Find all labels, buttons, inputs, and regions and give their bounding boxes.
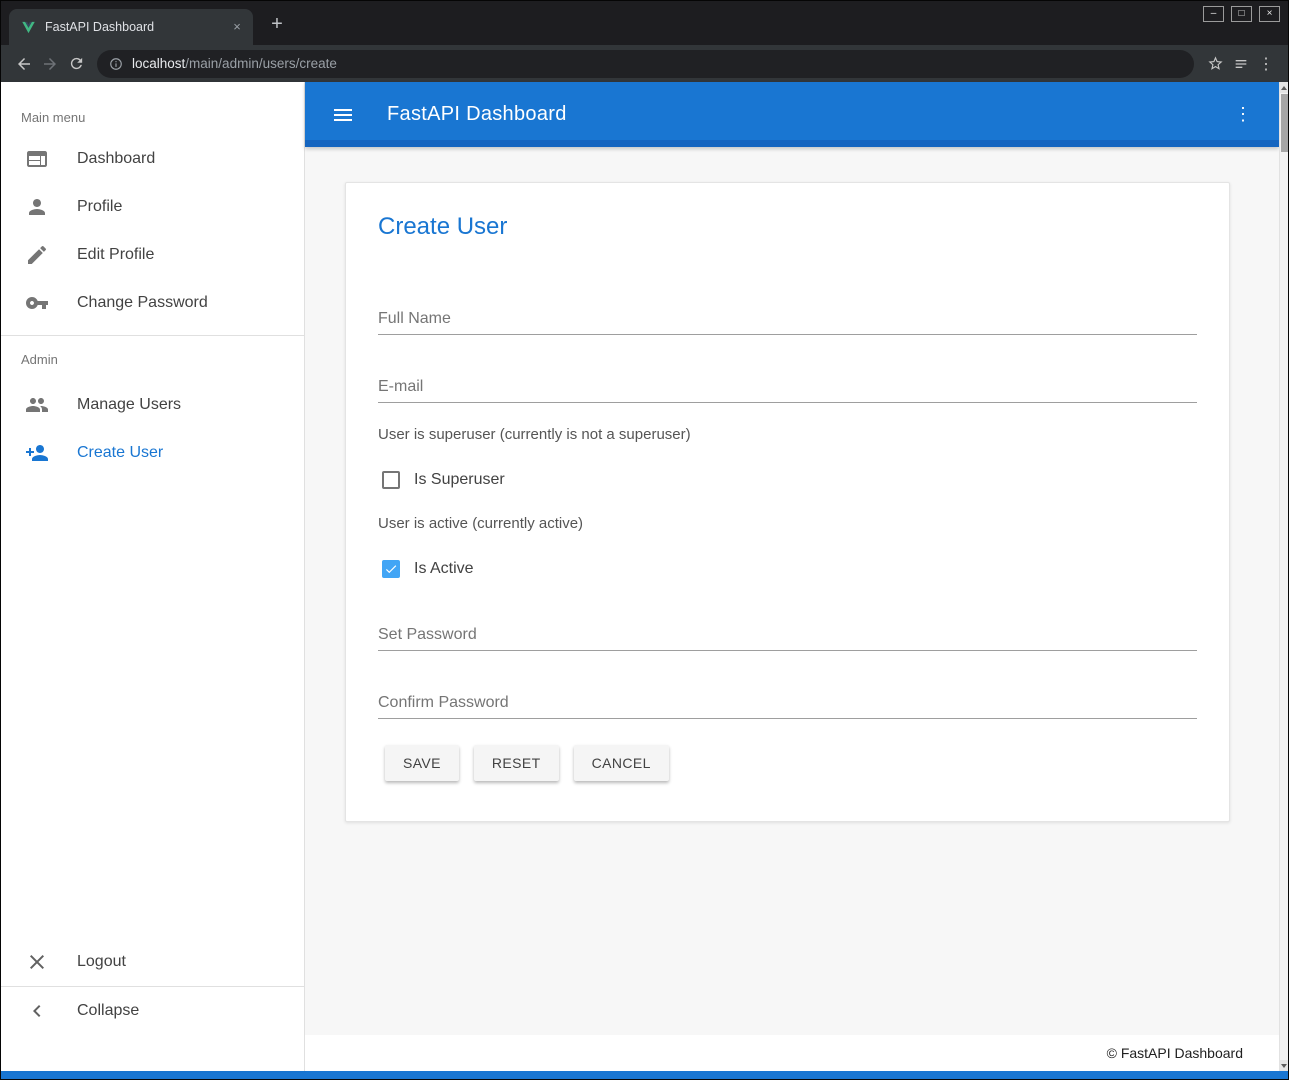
confirm-password-input[interactable] [378,687,1197,719]
sidebar-item-change-password[interactable]: Change Password [1,279,304,327]
person-icon [25,195,49,219]
window-maximize-button[interactable]: □ [1231,6,1252,22]
bottom-accent-strip [1,1071,1288,1079]
reset-button[interactable]: RESET [474,745,559,781]
sidebar-item-manage-users[interactable]: Manage Users [1,381,304,429]
url-host: localhost [132,56,185,71]
superuser-checkbox[interactable] [382,471,400,489]
group-icon [25,393,49,417]
sidebar-item-create-user[interactable]: Create User [1,429,304,477]
sidebar-item-label: Manage Users [77,396,181,414]
page-info-icon[interactable] [109,57,123,71]
confirm-password-field-wrap [378,687,1197,719]
superuser-note: User is superuser (currently is not a su… [378,426,1197,443]
app-area: Main menu Dashboard Profile Edit Profile [1,82,1288,1071]
forward-icon[interactable] [37,51,63,77]
sidebar-item-label: Create User [77,444,163,462]
vue-favicon-icon [21,20,36,35]
dashboard-icon [25,147,49,171]
superuser-checkbox-row[interactable]: Is Superuser [382,468,1197,492]
back-icon[interactable] [11,51,37,77]
active-checkbox[interactable] [382,560,400,578]
sidebar-item-label: Logout [77,953,126,971]
window-close-button[interactable]: × [1259,6,1280,22]
pencil-icon [25,243,49,267]
page-footer: © FastAPI Dashboard [305,1035,1279,1071]
sidebar-item-dashboard[interactable]: Dashboard [1,135,304,183]
superuser-checkbox-label: Is Superuser [414,471,505,489]
vertical-scrollbar[interactable] [1279,82,1288,1071]
set-password-field-wrap [378,619,1197,651]
sidebar-item-collapse[interactable]: Collapse [1,987,304,1035]
full-name-field-wrap [378,303,1197,335]
browser-window: FastAPI Dashboard × + – □ × localhost/ma… [0,0,1289,1080]
browser-toolbar: localhost/main/admin/users/create ⋮ [1,45,1288,82]
active-checkbox-row[interactable]: Is Active [382,557,1197,581]
reload-icon[interactable] [63,51,89,77]
chevron-left-icon [25,999,49,1023]
sidebar-item-edit-profile[interactable]: Edit Profile [1,231,304,279]
sidebar: Main menu Dashboard Profile Edit Profile [1,82,305,1071]
page-content: Create User User is superuser (currently… [305,147,1279,1035]
page-title: Create User [378,213,1197,241]
sidebar-section-admin: Admin [1,336,304,381]
active-checkbox-label: Is Active [414,560,474,578]
app-bar: FastAPI Dashboard ⋮ [305,82,1279,147]
active-note: User is active (currently active) [378,515,1197,532]
close-icon [25,950,49,974]
browser-tabstrip: FastAPI Dashboard × + – □ × [1,1,1288,45]
tab-close-icon[interactable]: × [229,19,245,35]
sidebar-section-main-menu: Main menu [1,82,304,135]
scrollbar-thumb[interactable] [1281,94,1288,152]
new-tab-button[interactable]: + [265,13,289,36]
form-actions: SAVE RESET CANCEL [385,745,1197,781]
browser-extensions-icon[interactable] [1228,51,1254,77]
tab-title: FastAPI Dashboard [45,20,229,34]
window-minimize-button[interactable]: – [1203,6,1224,22]
sidebar-item-label: Edit Profile [77,246,154,264]
key-icon [25,291,49,315]
sidebar-item-label: Collapse [77,1002,139,1020]
set-password-input[interactable] [378,619,1197,651]
window-controls: – □ × [1203,6,1280,22]
cancel-button[interactable]: CANCEL [574,745,669,781]
person-add-icon [25,441,49,465]
appbar-title: FastAPI Dashboard [387,103,567,126]
email-input[interactable] [378,371,1197,403]
email-field-wrap [378,371,1197,403]
sidebar-item-logout[interactable]: Logout [1,938,304,986]
scroll-down-icon[interactable] [1280,1060,1288,1071]
browser-tab[interactable]: FastAPI Dashboard × [9,9,253,45]
sidebar-bottom: Logout Collapse [1,938,304,1071]
scroll-up-icon[interactable] [1280,82,1288,93]
url-path: /main/admin/users/create [185,56,337,71]
sidebar-item-label: Profile [77,198,122,216]
bookmark-star-icon[interactable] [1202,51,1228,77]
browser-menu-icon[interactable]: ⋮ [1254,54,1278,74]
create-user-card: Create User User is superuser (currently… [345,182,1230,822]
sidebar-item-profile[interactable]: Profile [1,183,304,231]
full-name-input[interactable] [378,303,1197,335]
hamburger-menu-icon[interactable] [331,103,355,127]
sidebar-item-label: Change Password [77,294,208,312]
main-area: FastAPI Dashboard ⋮ Create User User is … [305,82,1279,1071]
copyright-text: © FastAPI Dashboard [1107,1045,1243,1061]
save-button[interactable]: SAVE [385,745,459,781]
appbar-menu-icon[interactable]: ⋮ [1231,104,1255,125]
address-bar[interactable]: localhost/main/admin/users/create [97,50,1194,78]
sidebar-item-label: Dashboard [77,150,155,168]
